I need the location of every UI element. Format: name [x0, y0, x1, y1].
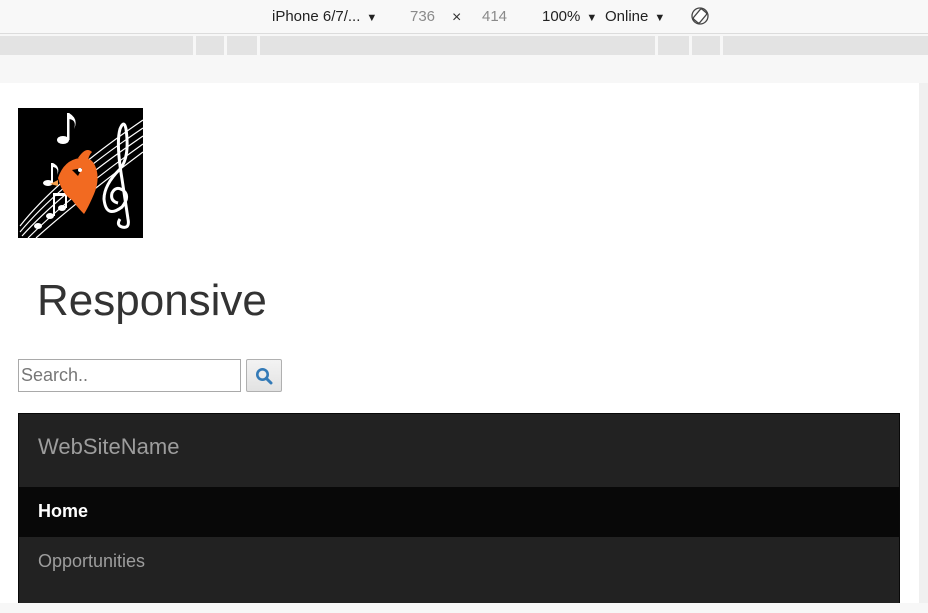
media-query-bar[interactable]: [0, 36, 928, 55]
navbar: WebSiteName Home Opportunities: [18, 413, 900, 603]
ruler-divider: [193, 36, 196, 55]
chevron-down-icon: ▼: [654, 12, 666, 24]
dimension-separator: ×: [452, 9, 462, 26]
device-select-label: iPhone 6/7/...: [272, 8, 361, 25]
throttling-label: Online: [605, 8, 649, 25]
ruler-divider: [720, 36, 723, 55]
zoom-select[interactable]: 100% ▼: [542, 7, 597, 28]
nav-item-opportunities[interactable]: Opportunities: [19, 537, 899, 587]
ruler-divider: [257, 36, 260, 55]
ruler-divider: [224, 36, 227, 55]
page-viewport: Responsive WebSiteName Home Opportunitie…: [0, 83, 919, 603]
chevron-down-icon: ▼: [366, 12, 378, 24]
viewport-height-input[interactable]: 414: [482, 7, 507, 27]
chevron-down-icon: ▼: [586, 12, 598, 24]
device-select[interactable]: iPhone 6/7/... ▼: [272, 7, 377, 28]
search-button[interactable]: [246, 359, 282, 392]
search-icon: [256, 367, 273, 384]
viewport-scrollbar[interactable]: [919, 83, 928, 603]
viewport-width-input[interactable]: 736: [410, 7, 435, 27]
search-input[interactable]: [18, 359, 241, 392]
nav-item-label: Home: [38, 501, 89, 521]
rotate-device-icon[interactable]: [690, 6, 710, 26]
throttling-select[interactable]: Online ▼: [605, 7, 665, 28]
page-title: Responsive: [37, 276, 267, 325]
device-toolbar: iPhone 6/7/... ▼ 736 × 414 100% ▼ Online ▼: [0, 0, 928, 34]
zoom-label: 100%: [542, 8, 581, 25]
navbar-brand[interactable]: WebSiteName: [38, 434, 179, 460]
nav-item-home[interactable]: Home: [19, 487, 899, 537]
music-notes-bird-logo: [18, 108, 143, 238]
nav-item-label: Opportunities: [38, 551, 146, 571]
ruler-divider: [689, 36, 692, 55]
ruler-divider: [655, 36, 658, 55]
